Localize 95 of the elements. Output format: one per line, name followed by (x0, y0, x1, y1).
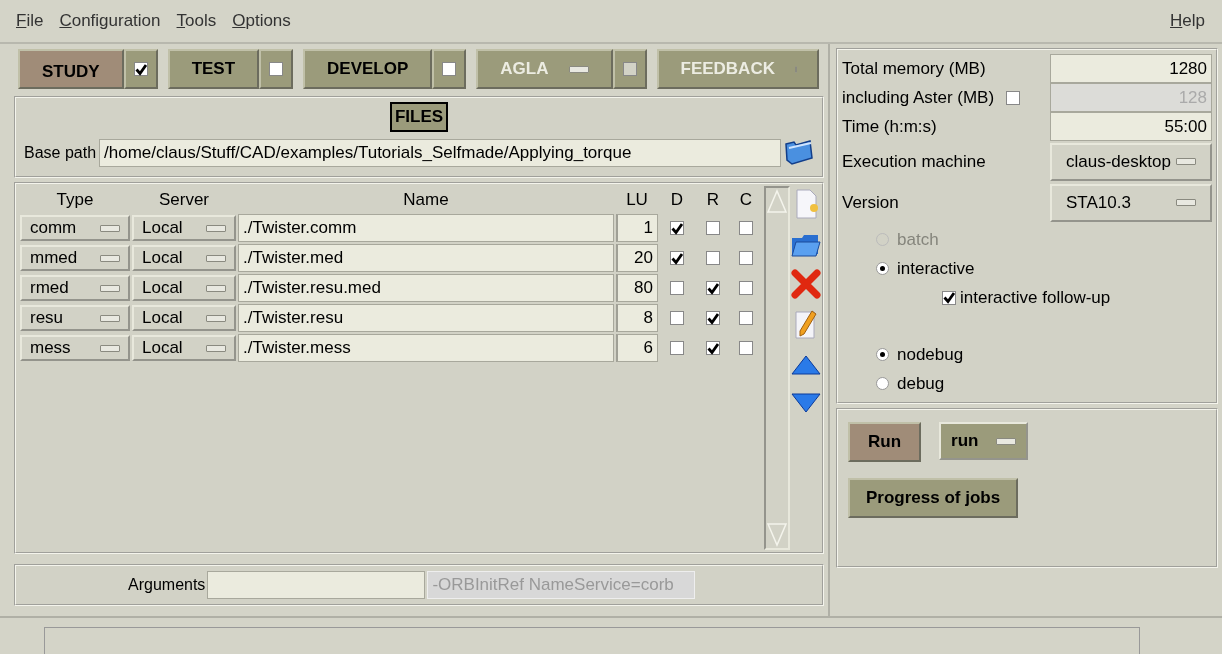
dropdown-indicator-icon (206, 344, 226, 352)
radio-button[interactable] (876, 377, 889, 390)
unit-number-field[interactable]: 8 (616, 304, 658, 332)
column-header: Name (402, 190, 450, 210)
value-field[interactable]: 55:00 (1050, 112, 1212, 141)
option-label: debug (897, 373, 945, 394)
type-dropdown[interactable]: mess (20, 335, 130, 361)
mode-button[interactable]: STUDY (18, 49, 124, 89)
checkbox[interactable] (739, 221, 753, 235)
radio-button[interactable] (876, 348, 889, 361)
delete-icon[interactable] (790, 268, 822, 300)
option-label: interactive (897, 258, 975, 279)
checkbox[interactable] (706, 341, 720, 355)
unit-number-field[interactable]: 1 (616, 214, 658, 242)
dropdown-indicator-icon (206, 314, 226, 322)
menu-item[interactable]: Help (1170, 11, 1205, 31)
server-dropdown[interactable]: Local (132, 275, 236, 301)
mode-button[interactable]: DEVELOP (303, 49, 433, 89)
file-name-field[interactable]: ./Twister.mess (238, 334, 614, 362)
dropdown-indicator-icon (100, 224, 120, 232)
server-dropdown[interactable]: Local (132, 245, 236, 271)
field-label: Arguments (128, 576, 206, 594)
checkbox[interactable] (739, 341, 753, 355)
arguments-field[interactable] (207, 571, 426, 599)
file-name-field[interactable]: ./Twister.resu (238, 304, 614, 332)
file-name-field[interactable]: ./Twister.resu.med (238, 274, 614, 302)
checkbox[interactable] (670, 311, 684, 325)
field-label: Base path (24, 144, 97, 162)
dropdown-indicator-icon (100, 344, 120, 352)
checkbox[interactable] (706, 311, 720, 325)
checkbox[interactable] (739, 281, 753, 295)
value-field[interactable]: 1280 (1050, 54, 1212, 83)
dropdown-indicator-icon (100, 284, 120, 292)
checkbox[interactable] (706, 251, 720, 265)
checkbox[interactable] (739, 311, 753, 325)
field-label: Version (842, 192, 899, 213)
option-label: nodebug (897, 344, 964, 365)
checkbox[interactable] (670, 341, 684, 355)
run-button[interactable]: Run (848, 422, 922, 462)
checkbox[interactable] (739, 251, 753, 265)
radio-button[interactable] (876, 262, 889, 275)
type-dropdown[interactable]: rmed (20, 275, 130, 301)
field-label: Time (h:m:s) (842, 116, 937, 137)
unit-number-field[interactable]: 80 (616, 274, 658, 302)
base-path-field[interactable]: /home/claus/Stuff/CAD/examples/Tutorials_Selfmade/Applying_torque (99, 139, 781, 167)
checkbox[interactable] (706, 281, 720, 295)
dropdown-indicator-icon (100, 254, 120, 262)
field-label: including Aster (MB) (842, 87, 995, 108)
menu-item[interactable]: File (16, 11, 44, 31)
type-dropdown[interactable]: mmed (20, 245, 130, 271)
checkbox[interactable] (670, 221, 684, 235)
section-title: FILES (389, 102, 449, 132)
dropdown-indicator-icon (568, 65, 589, 73)
option-dropdown[interactable]: STA10.3 (1050, 183, 1212, 222)
file-name-field[interactable]: ./Twister.med (238, 244, 614, 272)
dropdown-indicator-icon (996, 437, 1017, 445)
column-header: Type (55, 190, 95, 210)
column-header: R (705, 190, 721, 210)
mode-checkbox[interactable] (133, 62, 148, 76)
progress-button[interactable]: Progress of jobs (848, 478, 1019, 518)
column-header: Server (157, 190, 211, 210)
dropdown-indicator-icon (206, 284, 226, 292)
field-label: Execution machine (842, 151, 986, 172)
checkbox[interactable] (706, 221, 720, 235)
menu-item[interactable]: Tools (176, 11, 217, 31)
server-dropdown[interactable]: Local (132, 335, 236, 361)
run-mode-dropdown[interactable]: run (939, 422, 1029, 460)
checkbox[interactable] (942, 290, 956, 305)
dropdown-indicator-icon (1176, 158, 1196, 165)
dropdown-indicator-icon (206, 254, 226, 262)
option-label: interactive follow-up (960, 287, 1111, 308)
checkbox[interactable] (670, 251, 684, 265)
menu-item[interactable]: Configuration (59, 11, 161, 31)
arguments-extra-field: -ORBInitRef NameService=corb (427, 571, 696, 599)
checkbox[interactable] (670, 281, 684, 295)
column-header: C (738, 190, 754, 210)
menu-item[interactable]: Options (232, 11, 291, 31)
server-dropdown[interactable]: Local (132, 305, 236, 331)
server-dropdown[interactable]: Local (132, 215, 236, 241)
mode-checkbox[interactable] (442, 62, 457, 76)
dropdown-indicator-icon (206, 224, 226, 232)
type-dropdown[interactable]: comm (20, 215, 130, 241)
file-name-field[interactable]: ./Twister.comm (238, 214, 614, 242)
dropdown-indicator-icon (1176, 199, 1196, 206)
option-dropdown[interactable]: claus-desktop (1050, 142, 1212, 181)
mode-checkbox[interactable] (269, 62, 284, 76)
mode-button[interactable]: TEST (167, 49, 260, 89)
field-label: Total memory (MB) (842, 58, 986, 79)
dropdown-indicator-icon (100, 314, 120, 322)
column-header: D (669, 190, 685, 210)
column-header: LU (625, 190, 649, 210)
unit-number-field[interactable]: 6 (616, 334, 658, 362)
type-dropdown[interactable]: resu (20, 305, 130, 331)
option-label: batch (897, 229, 939, 250)
unit-number-field[interactable]: 20 (616, 244, 658, 272)
